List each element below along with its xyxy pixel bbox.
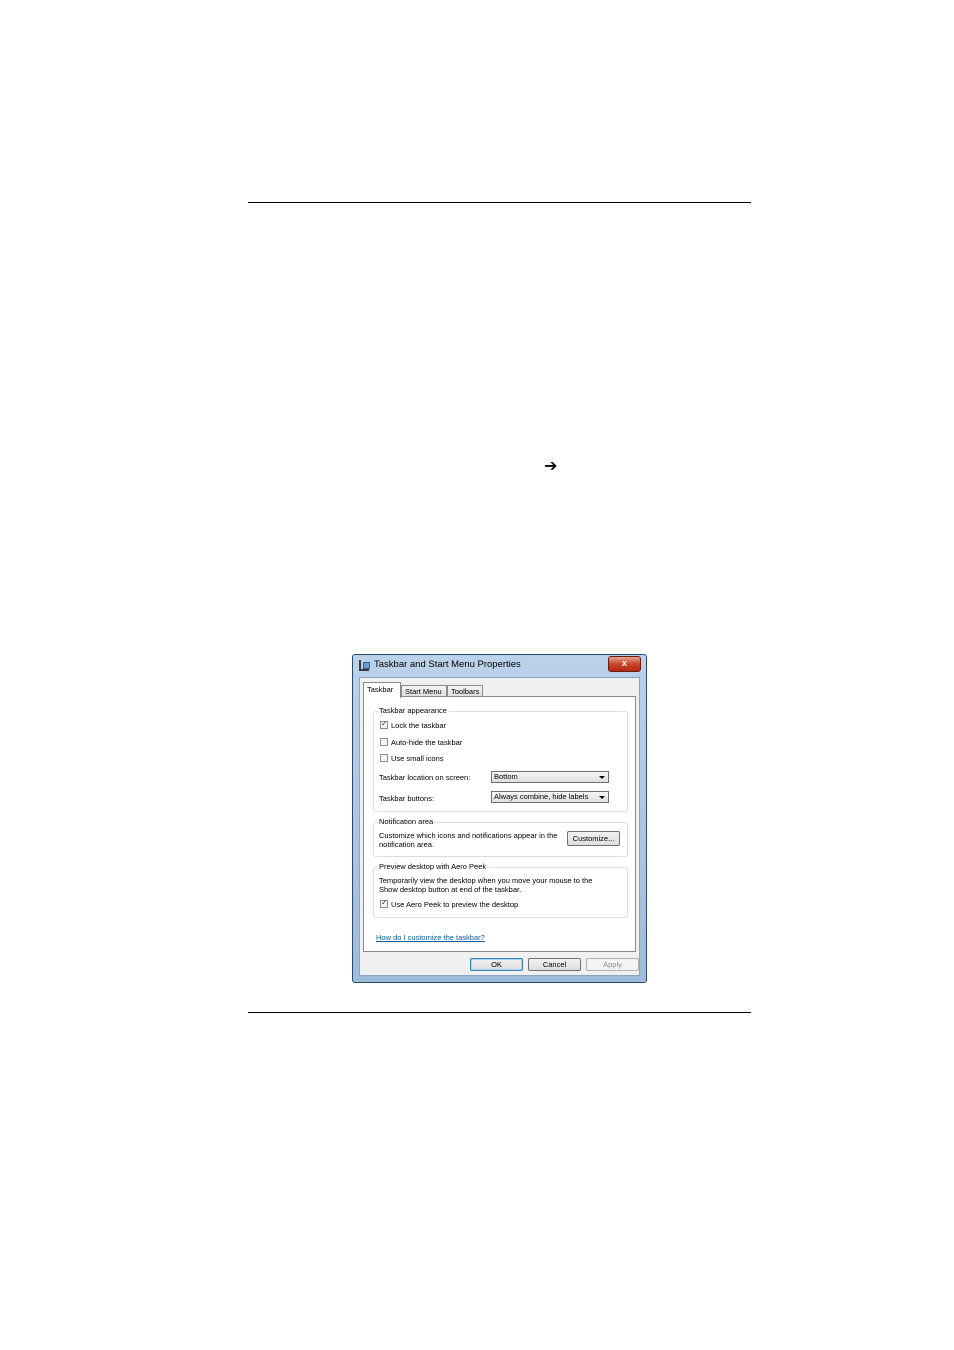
aero-peek-description-line2: Show desktop button at end of the taskba… xyxy=(379,885,522,894)
bottom-rule xyxy=(248,1012,751,1013)
dialog-title: Taskbar and Start Menu Properties xyxy=(374,659,521,670)
taskbar-icon xyxy=(358,659,370,672)
lock-taskbar-checkbox[interactable]: ✓ xyxy=(380,719,388,729)
auto-hide-label: Auto-hide the taskbar xyxy=(391,738,463,747)
taskbar-location-select[interactable]: Bottom xyxy=(491,771,609,783)
taskbar-buttons-value: Always combine, hide labels xyxy=(494,792,589,801)
taskbar-appearance-legend: Taskbar appearance xyxy=(378,706,448,715)
use-aero-peek-checkbox[interactable]: ✓ xyxy=(380,898,388,908)
dropdown-arrow-icon xyxy=(599,776,605,779)
close-button[interactable]: x xyxy=(608,656,641,672)
taskbar-location-label: Taskbar location on screen: xyxy=(379,773,471,782)
apply-button: Apply xyxy=(586,958,639,971)
cancel-button[interactable]: Cancel xyxy=(528,958,581,971)
taskbar-buttons-label: Taskbar buttons: xyxy=(379,794,435,803)
checkmark-icon: ✓ xyxy=(381,719,388,728)
tab-taskbar[interactable]: Taskbar xyxy=(363,682,401,698)
notification-area-description-line1: Customize which icons and notifications … xyxy=(379,831,558,840)
top-rule xyxy=(248,202,751,203)
ok-button[interactable]: OK xyxy=(470,958,523,971)
taskbar-location-value: Bottom xyxy=(494,772,518,781)
notification-area-description-line2: notification area. xyxy=(379,840,435,849)
taskbar-properties-dialog: Taskbar and Start Menu Properties x Task… xyxy=(352,654,647,983)
dialog-client-area: Taskbar Start Menu Toolbars Taskbar appe… xyxy=(359,677,640,976)
aero-peek-legend: Preview desktop with Aero Peek xyxy=(378,862,488,871)
dropdown-arrow-icon xyxy=(599,796,605,799)
taskbar-tab-panel: Taskbar appearance ✓ Lock the taskbar Au… xyxy=(363,696,636,952)
notification-area-legend: Notification area xyxy=(378,817,435,826)
taskbar-appearance-group: Taskbar appearance ✓ Lock the taskbar Au… xyxy=(373,706,628,812)
small-icons-label: Use small icons xyxy=(391,754,444,763)
help-link[interactable]: How do I customize the taskbar? xyxy=(376,933,485,942)
title-bar[interactable]: Taskbar and Start Menu Properties x xyxy=(353,655,646,677)
auto-hide-checkbox[interactable] xyxy=(380,738,388,746)
notification-area-group: Notification area Customize which icons … xyxy=(373,817,628,857)
arrow-right-icon: ➔ xyxy=(544,456,558,475)
aero-peek-description-line1: Temporarily view the desktop when you mo… xyxy=(379,876,593,885)
customize-button[interactable]: Customize... xyxy=(567,831,620,846)
aero-peek-group: Preview desktop with Aero Peek Temporari… xyxy=(373,862,628,918)
checkmark-icon: ✓ xyxy=(381,898,388,907)
taskbar-buttons-select[interactable]: Always combine, hide labels xyxy=(491,791,609,803)
small-icons-checkbox[interactable] xyxy=(380,754,388,762)
use-aero-peek-label: Use Aero Peek to preview the desktop xyxy=(391,900,519,909)
lock-taskbar-label: Lock the taskbar xyxy=(391,721,447,730)
